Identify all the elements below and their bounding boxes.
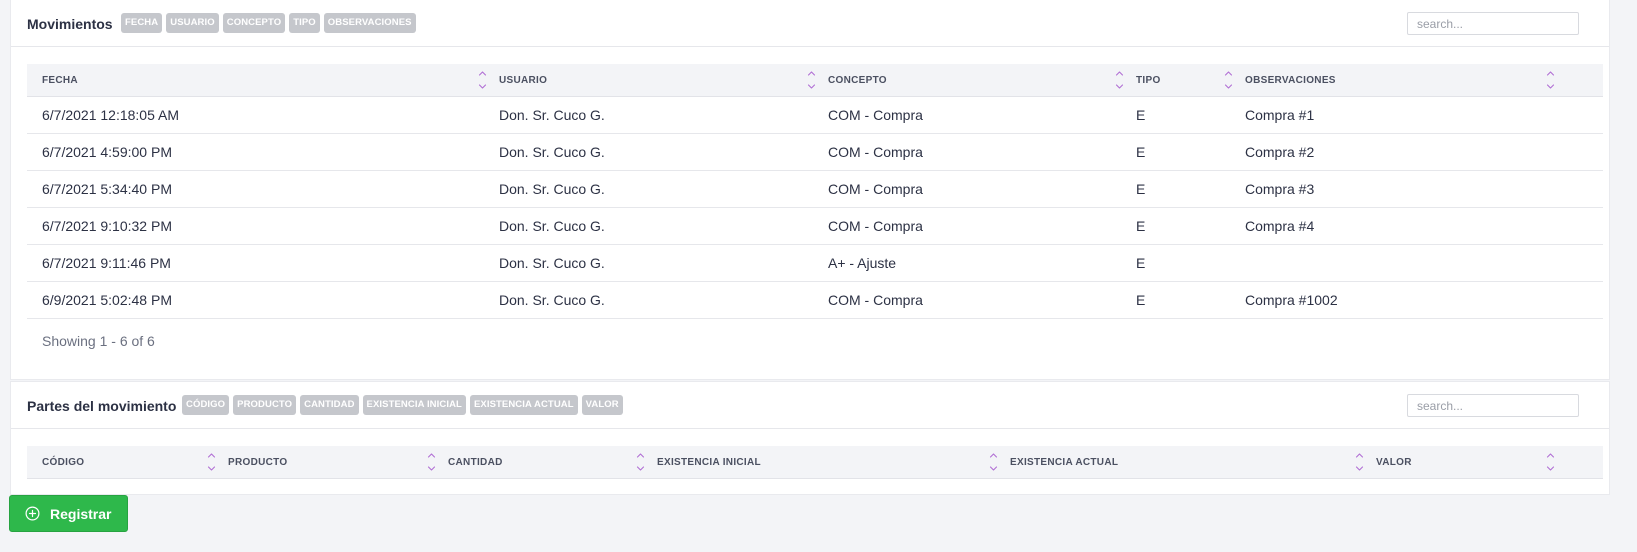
table-row[interactable]: 6/7/2021 5:34:40 PM Don. Sr. Cuco G. COM… [27,171,1603,208]
cell-concepto: A+ - Ajuste [828,255,897,271]
col-concepto[interactable]: CONCEPTO [828,64,887,97]
cell-concepto: COM - Compra [828,107,923,123]
register-button[interactable]: Registrar [9,495,128,532]
plus-circle-icon [25,506,40,521]
sort-icon[interactable] [1546,452,1555,472]
sort-icon[interactable] [1355,452,1364,472]
table-row[interactable]: 6/7/2021 9:11:46 PM Don. Sr. Cuco G. A+ … [27,245,1603,282]
cell-observaciones: Compra #4 [1245,218,1315,234]
sort-icon[interactable] [427,452,436,472]
parts-title: Partes del movimiento [27,398,177,414]
movements-table-header: FECHA USUARIO CONCEPTO TIPO OBSERVACIONE… [27,64,1603,97]
col-producto[interactable]: PRODUCTO [228,446,287,479]
sort-icon[interactable] [636,452,645,472]
col-fecha[interactable]: FECHA [42,64,78,97]
table-row[interactable]: 6/7/2021 9:10:32 PM Don. Sr. Cuco G. COM… [27,208,1603,245]
chip-cantidad[interactable]: CANTIDAD [300,395,359,415]
cell-observaciones: Compra #1 [1245,107,1315,123]
sort-icon[interactable] [807,70,816,90]
cell-usuario: Don. Sr. Cuco G. [499,218,605,234]
chip-producto[interactable]: PRODUCTO [233,395,297,415]
col-codigo[interactable]: CÓDIGO [42,446,84,479]
cell-usuario: Don. Sr. Cuco G. [499,292,605,308]
col-valor[interactable]: VALOR [1376,446,1412,479]
cell-usuario: Don. Sr. Cuco G. [499,181,605,197]
parts-table: CÓDIGO PRODUCTO CANTIDAD EXISTENCIA INIC… [27,446,1603,479]
chip-tipo[interactable]: TIPO [289,13,320,33]
cell-usuario: Don. Sr. Cuco G. [499,144,605,160]
movements-title: Movimientos [27,16,113,32]
chip-usuario[interactable]: USUARIO [166,13,219,33]
chip-existencia-inicial[interactable]: EXISTENCIA INICIAL [362,395,466,415]
cell-usuario: Don. Sr. Cuco G. [499,107,605,123]
parts-search-input[interactable] [1407,394,1579,417]
chip-codigo[interactable]: CÓDIGO [182,395,230,415]
chip-existencia-actual[interactable]: EXISTENCIA ACTUAL [469,395,578,415]
chip-observaciones[interactable]: OBSERVACIONES [323,13,416,33]
cell-fecha: 6/7/2021 5:34:40 PM [42,181,172,197]
movements-panel: Movimientos FECHA USUARIO CONCEPTO TIPO … [10,0,1610,380]
cell-observaciones: Compra #3 [1245,181,1315,197]
cell-tipo: E [1136,107,1146,123]
col-tipo[interactable]: TIPO [1136,64,1161,97]
cell-fecha: 6/7/2021 4:59:00 PM [42,144,172,160]
cell-fecha: 6/7/2021 12:18:05 AM [42,107,179,123]
cell-concepto: COM - Compra [828,292,923,308]
sort-icon[interactable] [1115,70,1124,90]
col-usuario[interactable]: USUARIO [499,64,547,97]
cell-concepto: COM - Compra [828,218,923,234]
movements-header: Movimientos FECHA USUARIO CONCEPTO TIPO … [11,0,1609,47]
cell-usuario: Don. Sr. Cuco G. [499,255,605,271]
table-row[interactable]: 6/7/2021 4:59:00 PM Don. Sr. Cuco G. COM… [27,134,1603,171]
parts-column-chips: CÓDIGO PRODUCTO CANTIDAD EXISTENCIA INIC… [182,395,623,415]
parts-table-header: CÓDIGO PRODUCTO CANTIDAD EXISTENCIA INIC… [27,446,1603,479]
parts-panel: Partes del movimiento CÓDIGO PRODUCTO CA… [10,381,1610,495]
cell-tipo: E [1136,255,1146,271]
col-cantidad[interactable]: CANTIDAD [448,446,503,479]
col-existencia-actual[interactable]: EXISTENCIA ACTUAL [1010,446,1118,479]
pagination-summary: Showing 1 - 6 of 6 [42,333,155,349]
cell-tipo: E [1136,218,1146,234]
parts-header: Partes del movimiento CÓDIGO PRODUCTO CA… [11,382,1609,429]
sort-icon[interactable] [207,452,216,472]
table-row[interactable]: 6/9/2021 5:02:48 PM Don. Sr. Cuco G. COM… [27,282,1603,319]
table-row[interactable]: 6/7/2021 12:18:05 AM Don. Sr. Cuco G. CO… [27,97,1603,134]
movements-table: FECHA USUARIO CONCEPTO TIPO OBSERVACIONE… [27,64,1603,319]
sort-icon[interactable] [1224,70,1233,90]
movements-search-input[interactable] [1407,12,1579,35]
chip-valor[interactable]: VALOR [581,395,623,415]
cell-concepto: COM - Compra [828,144,923,160]
col-observaciones[interactable]: OBSERVACIONES [1245,64,1336,97]
cell-tipo: E [1136,181,1146,197]
chip-concepto[interactable]: CONCEPTO [222,13,286,33]
col-existencia-inicial[interactable]: EXISTENCIA INICIAL [657,446,761,479]
cell-observaciones: Compra #1002 [1245,292,1338,308]
cell-tipo: E [1136,144,1146,160]
sort-icon[interactable] [989,452,998,472]
sort-icon[interactable] [478,70,487,90]
cell-fecha: 6/9/2021 5:02:48 PM [42,292,172,308]
cell-observaciones: Compra #2 [1245,144,1315,160]
cell-fecha: 6/7/2021 9:10:32 PM [42,218,172,234]
sort-icon[interactable] [1546,70,1555,90]
movements-column-chips: FECHA USUARIO CONCEPTO TIPO OBSERVACIONE… [121,13,416,33]
chip-fecha[interactable]: FECHA [121,13,163,33]
cell-fecha: 6/7/2021 9:11:46 PM [42,255,171,271]
cell-tipo: E [1136,292,1146,308]
register-label: Registrar [50,505,112,522]
cell-concepto: COM - Compra [828,181,923,197]
